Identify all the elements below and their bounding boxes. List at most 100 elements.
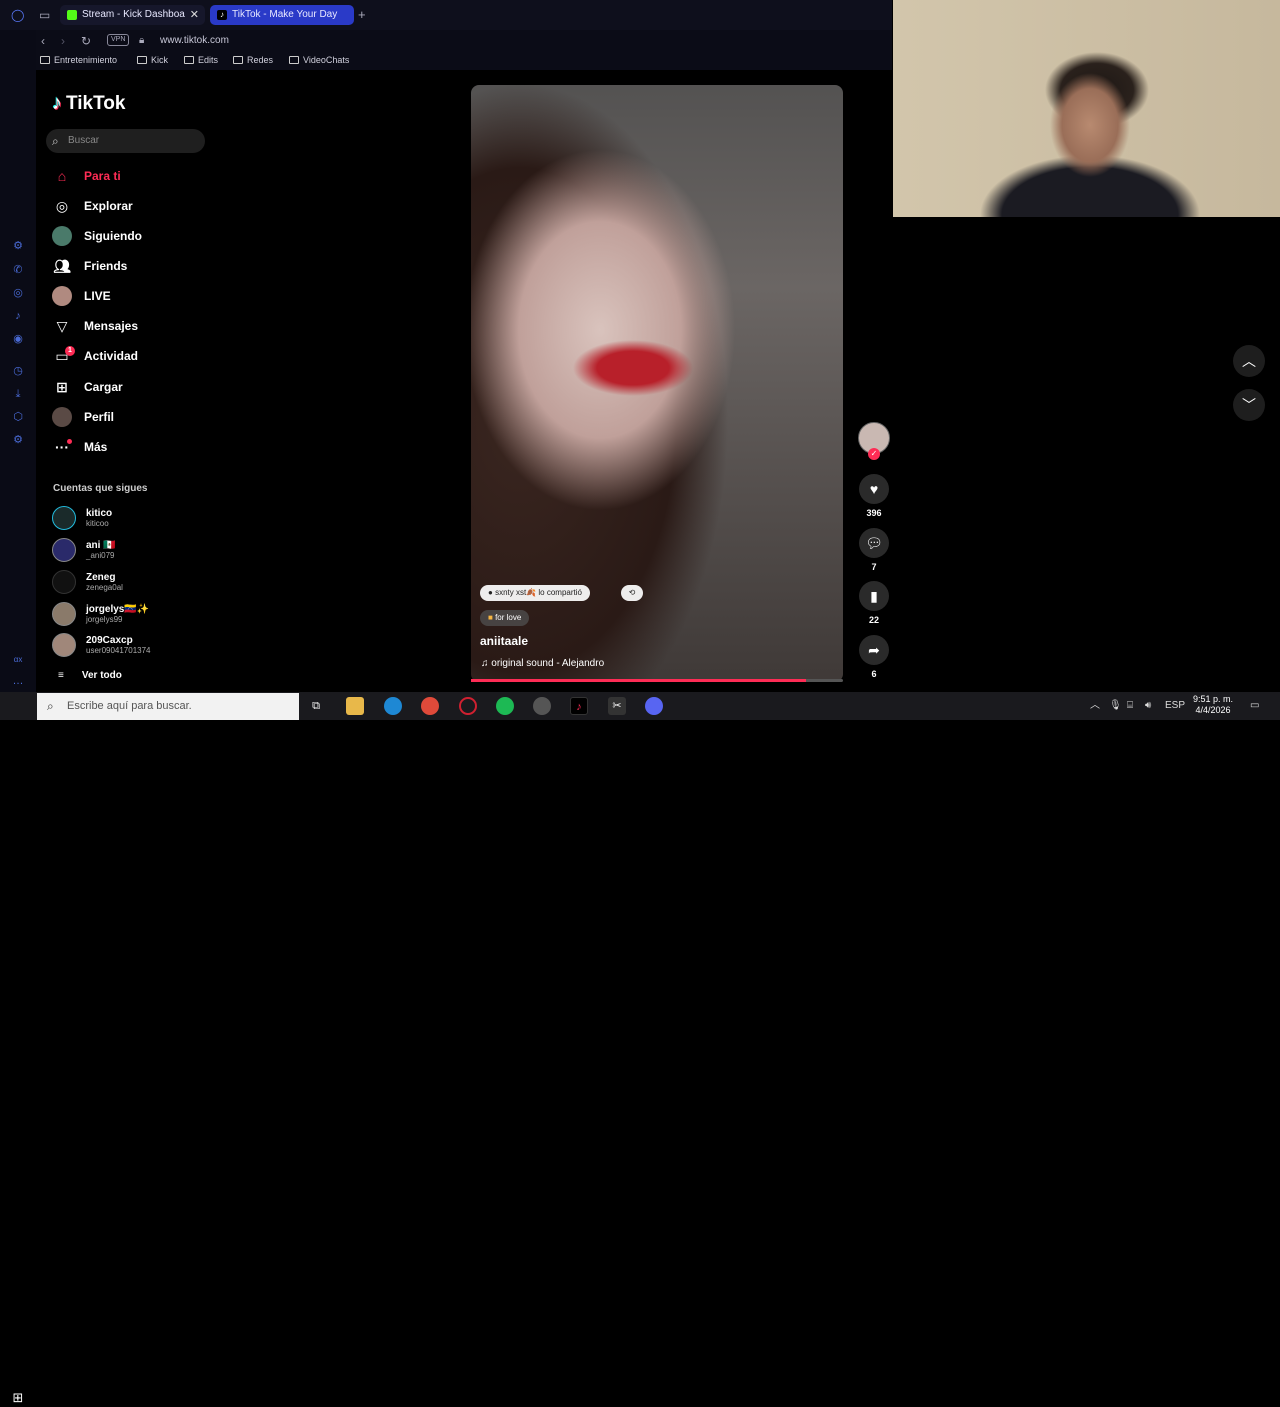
- bookmark-entretenimiento[interactable]: Entretenimiento: [40, 55, 117, 65]
- nav-label: Friends: [84, 259, 128, 273]
- ai-icon[interactable]: αx: [12, 654, 24, 666]
- instagram-icon[interactable]: ◎: [12, 287, 24, 299]
- nav-friends[interactable]: 👥︎ Friends: [52, 255, 127, 277]
- forward-icon[interactable]: ›: [61, 34, 65, 48]
- bookmark-edits[interactable]: Edits: [184, 55, 218, 65]
- video-username[interactable]: aniitaale: [480, 634, 528, 648]
- nav-mas[interactable]: ··· Más: [52, 436, 107, 458]
- file-explorer-icon[interactable]: [346, 697, 364, 715]
- url-field[interactable]: www.tiktok.com: [160, 34, 229, 48]
- history-icon[interactable]: ◷: [12, 365, 24, 377]
- bookmark-redes[interactable]: Redes: [233, 55, 273, 65]
- more-dots-icon[interactable]: …: [12, 675, 24, 687]
- taskbar-search-input[interactable]: ⌕ Escribe aquí para buscar.: [37, 693, 299, 720]
- nav-perfil[interactable]: Perfil: [52, 406, 114, 428]
- list-icon: ≡: [58, 670, 64, 681]
- tiktok-app-icon[interactable]: ♪: [570, 697, 588, 715]
- tag-chip[interactable]: ■ for love: [480, 610, 530, 626]
- folder-icon: [137, 56, 147, 64]
- shared-by-chip[interactable]: ● sxnty xst🍂 lo compartió: [480, 585, 590, 601]
- kick-favicon-icon: [67, 10, 77, 20]
- opera-logo-icon[interactable]: ◯: [11, 8, 24, 22]
- comment-icon[interactable]: 💬︎: [859, 528, 889, 558]
- back-icon[interactable]: ‹: [41, 34, 45, 48]
- account-name: Zeneg: [86, 571, 116, 583]
- nav-cargar[interactable]: ⊞ Cargar: [52, 376, 123, 398]
- repost-icon[interactable]: ⟲: [621, 585, 643, 601]
- browser-sidebar-rail: ⚙ ✆ ◎ ♪ ◉ ◷ ⤓ ⬡ ⚙ αx …: [0, 30, 36, 692]
- share-action[interactable]: ➦ 6: [858, 635, 890, 679]
- following-account-ani[interactable]: ani 🇲🇽 _ani079: [52, 538, 116, 562]
- bookmark-label: Kick: [151, 55, 169, 65]
- discord-app-icon[interactable]: [645, 697, 663, 715]
- tab-menu-icon[interactable]: ▭: [39, 8, 50, 22]
- obs-icon[interactable]: [533, 697, 551, 715]
- lock-icon[interactable]: 🔒︎: [139, 34, 144, 48]
- capcut-icon[interactable]: ✂: [608, 697, 626, 715]
- tiktok-rail-icon[interactable]: ♪: [12, 310, 24, 322]
- task-view-icon[interactable]: ⧉: [307, 697, 325, 715]
- opera-icon[interactable]: [459, 697, 477, 715]
- nav-explorar[interactable]: ◎ Explorar: [52, 195, 133, 217]
- network-icon[interactable]: ⌸: [1127, 697, 1133, 715]
- following-account-209caxcp[interactable]: 209Caxcp user09041701374: [52, 633, 151, 657]
- edge-icon[interactable]: [384, 697, 402, 715]
- tab-tiktok[interactable]: ♪ TikTok - Make Your Day: [210, 5, 354, 25]
- avatar: [52, 602, 76, 626]
- extensions-icon[interactable]: ⬡: [12, 411, 24, 423]
- following-account-zeneg[interactable]: Zeneg zenega0al: [52, 570, 123, 594]
- volume-icon[interactable]: 🔊︎: [1145, 697, 1151, 715]
- reload-icon[interactable]: ↻: [81, 34, 91, 48]
- nav-mensajes[interactable]: ▽ Mensajes: [52, 315, 138, 337]
- tab-kick-dashboard[interactable]: Stream - Kick Dashboa ✕: [60, 5, 205, 25]
- browser-titlebar: ◯ ▭ Stream - Kick Dashboa ✕ ♪ TikTok - M…: [0, 0, 892, 30]
- following-account-kitico[interactable]: kitico kiticoo: [52, 506, 112, 530]
- search-input[interactable]: ⌕ Buscar: [46, 129, 205, 153]
- clock-date: 4/4/2026: [1195, 705, 1231, 715]
- notifications-icon[interactable]: ▭: [1250, 697, 1259, 715]
- discord-icon[interactable]: ◉: [12, 333, 24, 345]
- close-tab-icon[interactable]: ✕: [190, 5, 199, 25]
- following-account-jorgelys[interactable]: jorgelys🇻🇪✨ jorgelys99: [52, 602, 149, 626]
- chevron-down-icon: ﹀: [1242, 397, 1256, 413]
- language-indicator[interactable]: ESP: [1165, 697, 1185, 715]
- comment-action[interactable]: 💬︎ 7: [858, 528, 890, 572]
- tiktok-note-icon: ♪: [52, 92, 62, 114]
- windows-start-icon[interactable]: ⊞: [9, 1389, 27, 1407]
- account-handle: _ani079: [86, 550, 115, 560]
- settings-icon[interactable]: ⚙: [12, 240, 24, 252]
- video-sound[interactable]: ♫ original sound - Alejandro: [481, 658, 604, 669]
- share-icon[interactable]: ➦: [859, 635, 889, 665]
- video-progress-bar[interactable]: [471, 679, 806, 682]
- follow-check-icon[interactable]: ✓: [868, 448, 880, 460]
- see-all-link[interactable]: ≡ Ver todo: [58, 670, 122, 681]
- avatar: [52, 506, 76, 530]
- chrome-icon[interactable]: [421, 697, 439, 715]
- bookmark-videochats[interactable]: VideoChats: [289, 55, 349, 65]
- shared-text: sxnty xst🍂 lo compartió: [495, 588, 582, 597]
- spotify-icon[interactable]: [496, 697, 514, 715]
- save-count: 22: [868, 615, 879, 625]
- chevron-up-tray-icon[interactable]: ︿: [1090, 697, 1100, 715]
- download-icon[interactable]: ⤓: [12, 388, 24, 400]
- save-action[interactable]: ▮ 22: [858, 581, 890, 625]
- whatsapp-icon[interactable]: ✆: [12, 264, 24, 276]
- nav-para-ti[interactable]: ⌂ Para ti: [52, 165, 121, 187]
- nav-siguiendo[interactable]: Siguiendo: [52, 225, 142, 247]
- like-action[interactable]: ♥ 396: [858, 474, 890, 518]
- previous-video-button[interactable]: ︿: [1233, 345, 1265, 377]
- taskbar-clock[interactable]: 9:51 p. m. 4/4/2026: [1188, 694, 1238, 716]
- heart-icon[interactable]: ♥: [859, 474, 889, 504]
- nav-live[interactable]: LIVE: [52, 285, 111, 307]
- sound-label: original sound - Alejandro: [491, 658, 605, 669]
- microphone-icon[interactable]: 🎙︎: [1109, 697, 1122, 715]
- vpn-badge[interactable]: VPN: [107, 34, 130, 46]
- bookmark-icon[interactable]: ▮: [859, 581, 889, 611]
- new-tab-icon[interactable]: +: [358, 8, 366, 22]
- tiktok-logo[interactable]: ♪ TikTok: [52, 92, 125, 115]
- avatar-dot-icon: ●: [488, 588, 493, 597]
- bookmark-label: Edits: [198, 55, 219, 65]
- bookmark-kick[interactable]: Kick: [137, 55, 168, 65]
- settings-gear-icon[interactable]: ⚙: [12, 434, 24, 446]
- next-video-button[interactable]: ﹀: [1233, 389, 1265, 421]
